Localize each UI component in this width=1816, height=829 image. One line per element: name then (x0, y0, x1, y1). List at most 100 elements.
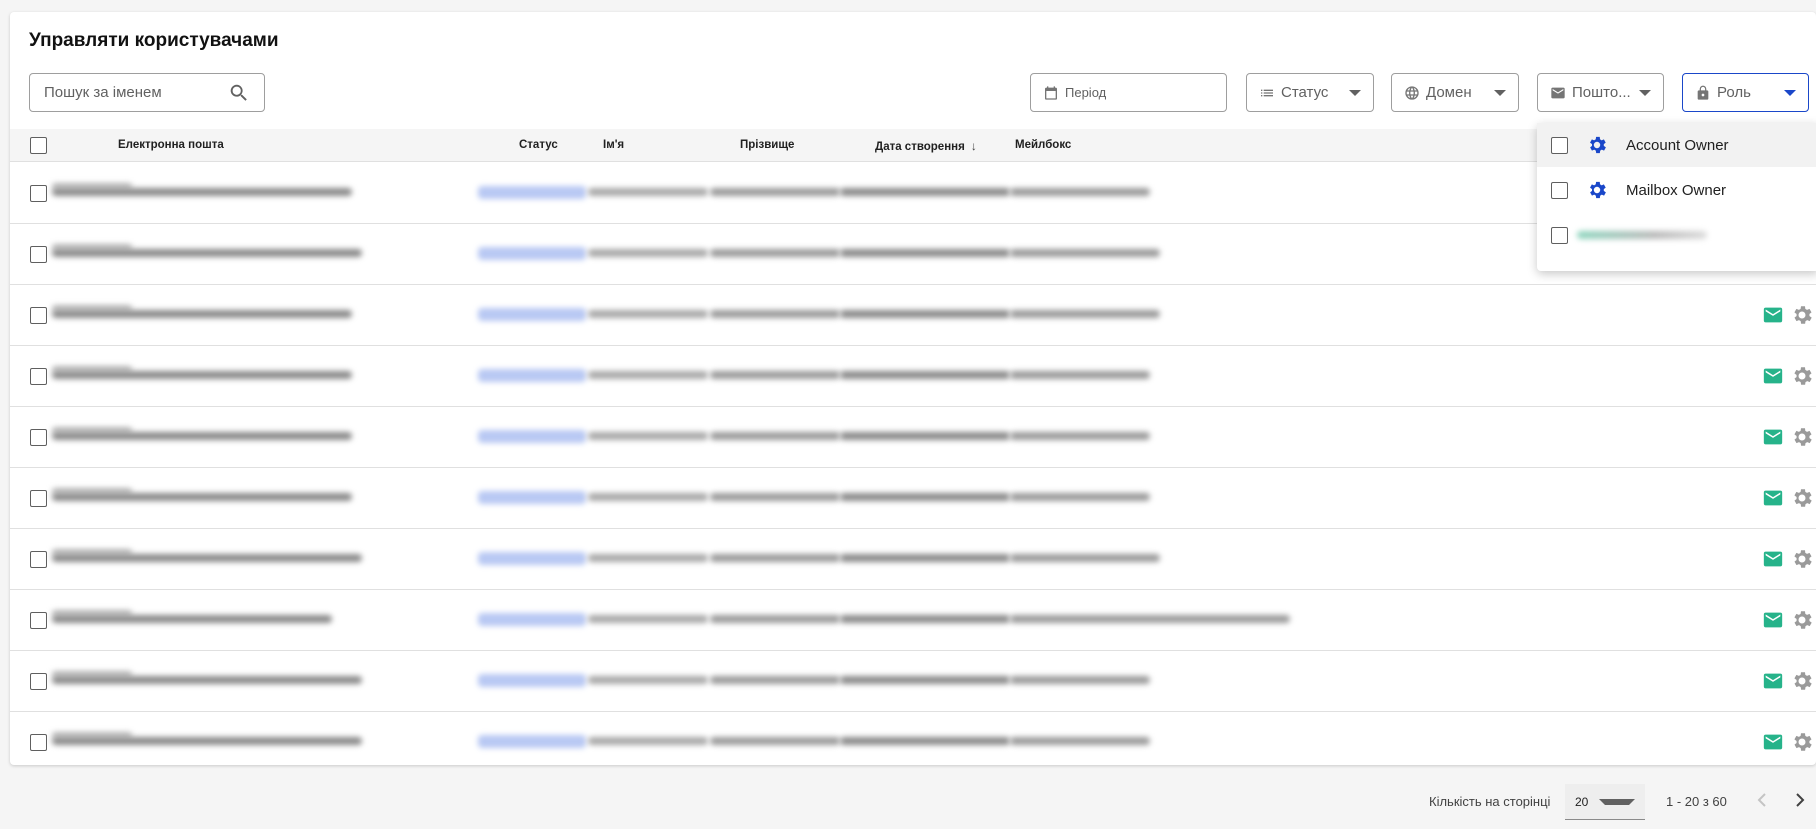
mail-icon[interactable] (1762, 670, 1784, 692)
redacted-last-name (710, 371, 840, 379)
redacted-first-name (588, 737, 708, 745)
redacted-last-name (710, 249, 840, 257)
role-option-label: Mailbox Owner (1626, 181, 1727, 199)
select-all-checkbox[interactable] (30, 137, 47, 154)
row-checkbox[interactable] (30, 612, 47, 629)
table-row[interactable] (10, 590, 1816, 651)
redacted-created-date (840, 188, 1010, 196)
sort-arrow-down-icon[interactable]: ↓ (971, 139, 977, 153)
period-filter[interactable]: Період (1030, 73, 1227, 112)
mail-icon[interactable] (1762, 426, 1784, 448)
mail-icon[interactable] (1762, 304, 1784, 326)
table-row[interactable] (10, 346, 1816, 407)
row-checkbox[interactable] (30, 490, 47, 507)
row-checkbox[interactable] (30, 368, 47, 385)
col-last-name[interactable]: Прізвище (740, 139, 794, 151)
gear-icon[interactable] (1790, 547, 1814, 571)
row-actions (1762, 425, 1814, 449)
table-row[interactable] (10, 285, 1816, 346)
gear-icon[interactable] (1790, 669, 1814, 693)
redacted-last-name (710, 615, 840, 623)
redacted-status-chip (478, 674, 586, 687)
col-created[interactable]: Дата створення ↓ (875, 139, 977, 153)
gear-icon[interactable] (1790, 608, 1814, 632)
redacted-email (52, 249, 362, 257)
gear-icon (1590, 136, 1606, 154)
chevron-down-icon (1494, 89, 1506, 96)
redacted-role-label (1577, 231, 1707, 239)
mail-icon[interactable] (1762, 365, 1784, 387)
table-row[interactable] (10, 407, 1816, 468)
search-input[interactable]: Пошук за іменем (29, 73, 265, 112)
redacted-created-date (840, 737, 1010, 745)
row-checkbox[interactable] (30, 307, 47, 324)
status-filter-label: Статус (1281, 84, 1329, 101)
gear-icon[interactable] (1790, 425, 1814, 449)
table-row[interactable] (10, 712, 1816, 765)
table-row[interactable] (10, 651, 1816, 712)
role-filter[interactable]: Роль (1682, 73, 1809, 112)
next-page-button[interactable] (1790, 788, 1810, 812)
row-actions (1762, 364, 1814, 388)
users-card: Управляти користувачами Пошук за іменем … (10, 12, 1816, 765)
mail-filter-label: Пошто... (1572, 84, 1631, 101)
redacted-mailbox (1010, 554, 1160, 562)
pagination: Кількість на сторінці 20 1 - 20 з 60 (0, 770, 1816, 829)
col-mailbox[interactable]: Мейлбокс (1015, 139, 1071, 151)
row-checkbox[interactable] (30, 185, 47, 202)
table-row[interactable] (10, 468, 1816, 529)
table-row[interactable] (10, 529, 1816, 590)
mail-icon[interactable] (1762, 731, 1784, 753)
page-title: Управляти користувачами (29, 30, 279, 51)
row-actions (1762, 303, 1814, 327)
redacted-created-date (840, 493, 1010, 501)
prev-page-button[interactable] (1752, 788, 1772, 812)
chevron-down-icon (1639, 89, 1651, 96)
row-checkbox[interactable] (30, 673, 47, 690)
redacted-first-name (588, 615, 708, 623)
role-option[interactable]: Account Owner (1537, 123, 1816, 167)
lock-icon (1697, 85, 1709, 100)
redacted-mailbox (1010, 249, 1160, 257)
redacted-last-name (710, 310, 840, 318)
search-icon (230, 84, 247, 101)
role-option[interactable] (1537, 213, 1816, 257)
col-first-name[interactable]: Ім'я (603, 139, 624, 151)
mail-filter[interactable]: Пошто... (1537, 73, 1664, 112)
redacted-mailbox (1010, 310, 1160, 318)
row-checkbox[interactable] (30, 429, 47, 446)
mail-icon[interactable] (1762, 487, 1784, 509)
role-option-checkbox[interactable] (1551, 136, 1568, 154)
redacted-created-date (840, 676, 1010, 684)
mail-icon[interactable] (1762, 548, 1784, 570)
per-page-label: Кількість на сторінці (1429, 794, 1551, 809)
redacted-mailbox (1010, 432, 1150, 440)
redacted-last-name (710, 188, 840, 196)
status-filter[interactable]: Статус (1246, 73, 1374, 112)
redacted-mailbox (1010, 737, 1150, 745)
per-page-select[interactable]: 20 (1565, 784, 1645, 820)
row-checkbox[interactable] (30, 734, 47, 751)
gear-icon[interactable] (1790, 730, 1814, 754)
redacted-mailbox (1010, 371, 1150, 379)
gear-icon[interactable] (1790, 303, 1814, 327)
gear-icon[interactable] (1790, 364, 1814, 388)
role-option-checkbox[interactable] (1551, 181, 1568, 199)
mail-icon[interactable] (1762, 609, 1784, 631)
col-email[interactable]: Електронна пошта (118, 139, 224, 151)
redacted-mailbox (1010, 493, 1150, 501)
page-range: 1 - 20 з 60 (1666, 794, 1727, 809)
domain-filter-label: Домен (1426, 84, 1472, 101)
redacted-created-date (840, 615, 1010, 623)
redacted-first-name (588, 249, 708, 257)
redacted-first-name (588, 371, 708, 379)
redacted-last-name (710, 737, 840, 745)
row-checkbox[interactable] (30, 246, 47, 263)
domain-filter[interactable]: Домен (1391, 73, 1519, 112)
gear-icon[interactable] (1790, 486, 1814, 510)
row-checkbox[interactable] (30, 551, 47, 568)
redacted-first-name (588, 310, 708, 318)
role-option[interactable]: Mailbox Owner (1537, 168, 1816, 212)
role-option-checkbox[interactable] (1551, 226, 1568, 244)
col-status[interactable]: Статус (519, 139, 558, 151)
